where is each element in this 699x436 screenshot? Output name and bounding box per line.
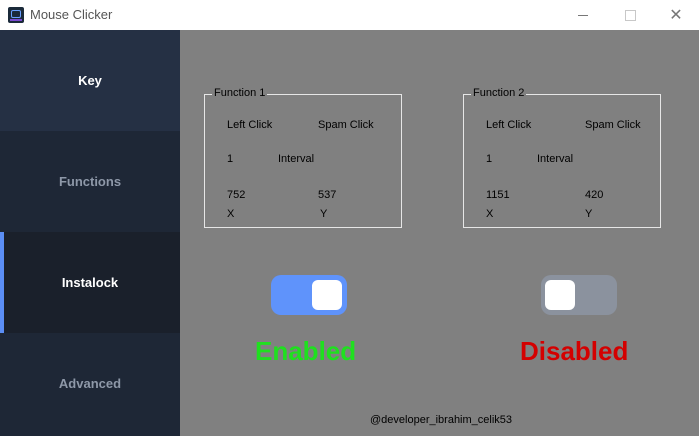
sidebar-item-functions[interactable]: Functions	[0, 131, 180, 232]
function-2-toggle[interactable]	[541, 275, 617, 315]
function-1-toggle[interactable]	[271, 275, 347, 315]
y-value: 420	[585, 189, 604, 201]
app-icon	[8, 7, 24, 23]
minimize-button[interactable]	[560, 0, 606, 30]
close-button[interactable]: ✕	[653, 0, 699, 30]
window-title: Mouse Clicker	[30, 7, 113, 22]
sidebar-item-label: Functions	[58, 174, 122, 189]
title-bar: Mouse Clicker ✕	[0, 0, 699, 30]
group-title: Function 1	[212, 87, 268, 99]
y-label: Y	[320, 208, 328, 220]
left-click-label: Left Click	[227, 119, 273, 131]
x-value: 752	[227, 189, 246, 201]
left-click-label: Left Click	[486, 119, 532, 131]
x-label: X	[227, 208, 235, 220]
spam-click-label: Spam Click	[318, 119, 374, 131]
minimize-icon	[578, 14, 588, 16]
y-label: Y	[585, 208, 593, 220]
developer-credit: @developer_ibrahim_celik53	[370, 414, 513, 426]
toggle-knob	[545, 280, 575, 310]
interval-label: Interval	[537, 153, 574, 165]
sidebar: Key Functions Instalock Advanced	[0, 30, 180, 436]
interval-value: 1	[227, 153, 234, 165]
function-1-status: Enabled	[255, 336, 357, 366]
active-indicator	[0, 232, 4, 333]
sidebar-item-advanced[interactable]: Advanced	[0, 333, 180, 434]
sidebar-item-label: Key	[78, 73, 102, 88]
x-value: 1151	[486, 189, 510, 201]
spam-click-label: Spam Click	[585, 119, 641, 131]
sidebar-item-key[interactable]: Key	[0, 30, 180, 131]
maximize-button[interactable]	[607, 0, 653, 30]
group-title: Function 2	[471, 87, 527, 99]
interval-label: Interval	[278, 153, 315, 165]
toggle-knob	[312, 280, 342, 310]
y-value: 537	[318, 189, 337, 201]
function-2-group: Function 2 Left Click Spam Click 1 Inter…	[463, 87, 661, 228]
maximize-icon	[624, 9, 636, 21]
function-2-status: Disabled	[520, 336, 629, 366]
sidebar-item-instalock[interactable]: Instalock	[0, 232, 180, 333]
function-1-group: Function 1 Left Click Spam Click 1 Inter…	[204, 87, 402, 228]
interval-value: 1	[486, 153, 493, 165]
close-icon: ✕	[669, 7, 683, 24]
x-label: X	[486, 208, 494, 220]
sidebar-item-label: Instalock	[61, 275, 119, 290]
sidebar-item-label: Advanced	[58, 376, 122, 391]
